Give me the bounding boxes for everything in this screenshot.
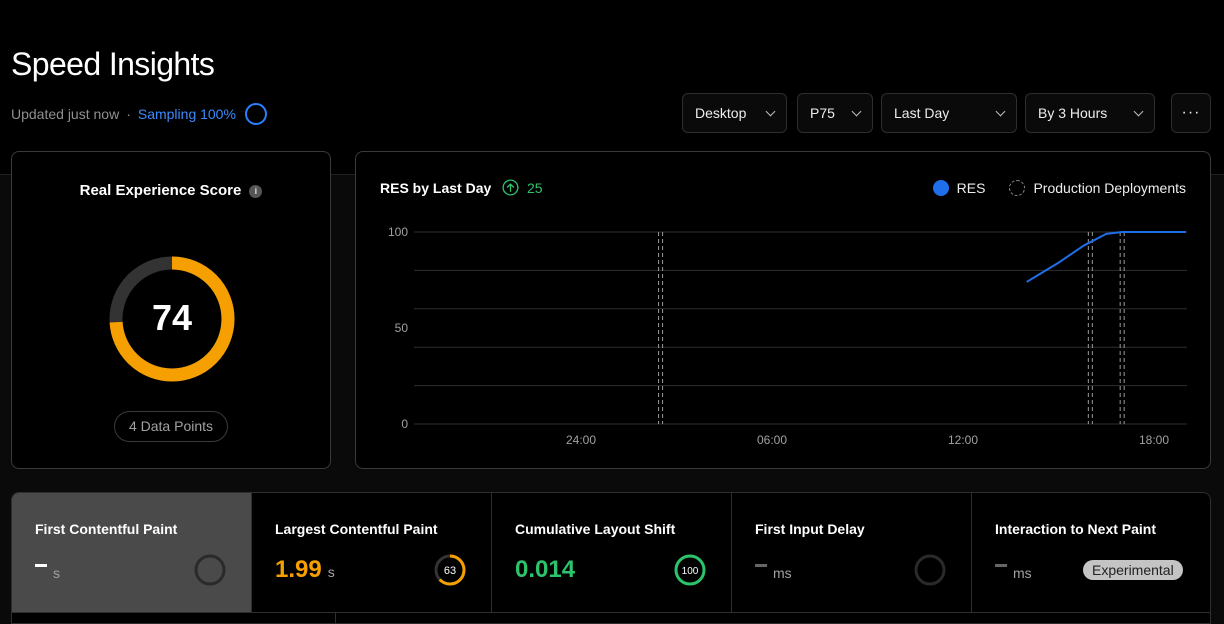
score-ring-label: 100 [682, 566, 699, 577]
status-line: Updated just now · Sampling 100% [11, 103, 267, 125]
y-tick-label: 50 [395, 321, 409, 335]
score-value: 74 [151, 297, 193, 338]
y-tick-label: 0 [401, 417, 408, 431]
metric-title: Interaction to Next Paint [995, 521, 1157, 537]
info-icon[interactable]: i [249, 185, 263, 198]
chevron-down-icon [1133, 106, 1144, 116]
device-select[interactable]: Desktop [682, 93, 787, 133]
range-select[interactable]: Last Day [881, 93, 1017, 133]
x-tick-label: 06:00 [757, 433, 787, 447]
percentile-select[interactable]: P75 [797, 93, 873, 133]
y-tick-label: 100 [388, 225, 408, 239]
metric-value-number: 1.99 [275, 556, 322, 583]
metrics-row: First Contentful Paint s Largest Content… [11, 492, 1211, 624]
granularity-select-value: By 3 Hours [1038, 105, 1108, 121]
chevron-down-icon [765, 106, 776, 116]
page-title: Speed Insights [11, 46, 215, 82]
empty-score-ring [194, 554, 226, 586]
metric-title: Cumulative Layout Shift [515, 521, 676, 537]
score-ring: 63 [434, 554, 466, 586]
chevron-down-icon [995, 106, 1006, 116]
chevron-down-icon [851, 106, 862, 116]
metric-inp[interactable]: Interaction to Next Paint ms Experimenta… [972, 493, 1210, 612]
x-tick-label: 12:00 [948, 433, 978, 447]
metric-unit: s [53, 565, 60, 581]
metric-unit: s [327, 564, 335, 580]
divider [335, 613, 336, 623]
res-chart-card: RES by Last Day 25 RES Production Deploy… [355, 151, 1211, 469]
data-points-pill[interactable]: 4 Data Points [114, 411, 228, 442]
metric-value: 0.014 [515, 556, 576, 583]
separator: · [126, 106, 131, 122]
updated-text: Updated just now [11, 106, 120, 122]
device-select-value: Desktop [695, 105, 747, 121]
metric-unit: ms [1013, 565, 1032, 581]
empty-value-dash [755, 564, 767, 567]
res-series-line [1026, 231, 1186, 283]
empty-value-dash [35, 564, 47, 567]
empty-score-ring [914, 554, 946, 586]
score-card-title: Real Experience Score i [12, 182, 330, 199]
percentile-select-value: P75 [810, 105, 835, 121]
metric-value: 1.99 s [275, 556, 335, 584]
metric-fid[interactable]: First Input Delay ms [732, 493, 972, 612]
metric-title: First Contentful Paint [35, 521, 178, 537]
x-tick-label: 18:00 [1139, 433, 1169, 447]
score-ring-label: 63 [444, 565, 456, 577]
empty-value-dash [995, 564, 1007, 567]
metric-unit: ms [773, 565, 792, 581]
x-tick-label: 24:00 [566, 433, 596, 447]
metrics-bottom-row [12, 612, 1210, 623]
metric-title: First Input Delay [755, 521, 865, 537]
granularity-select[interactable]: By 3 Hours [1025, 93, 1155, 133]
more-options-button[interactable]: ··· [1171, 93, 1211, 133]
metric-fcp[interactable]: First Contentful Paint s [12, 493, 252, 612]
metric-cls[interactable]: Cumulative Layout Shift 0.014 100 [492, 493, 732, 612]
experimental-badge: Experimental [1083, 560, 1183, 580]
score-title-text: Real Experience Score [79, 182, 242, 199]
metric-title: Largest Contentful Paint [275, 521, 438, 537]
score-ring: 100 [674, 554, 706, 586]
res-line-chart[interactable]: 0 50 100 24:00 06:00 12:00 18:00 [356, 152, 1209, 467]
range-select-value: Last Day [894, 105, 950, 121]
sampling-link[interactable]: Sampling 100% [138, 106, 236, 122]
sampling-ring-icon [244, 103, 267, 125]
real-experience-score-card: Real Experience Score i 74 4 Data Points [11, 151, 331, 469]
metric-lcp[interactable]: Largest Contentful Paint 1.99 s 63 [252, 493, 492, 612]
